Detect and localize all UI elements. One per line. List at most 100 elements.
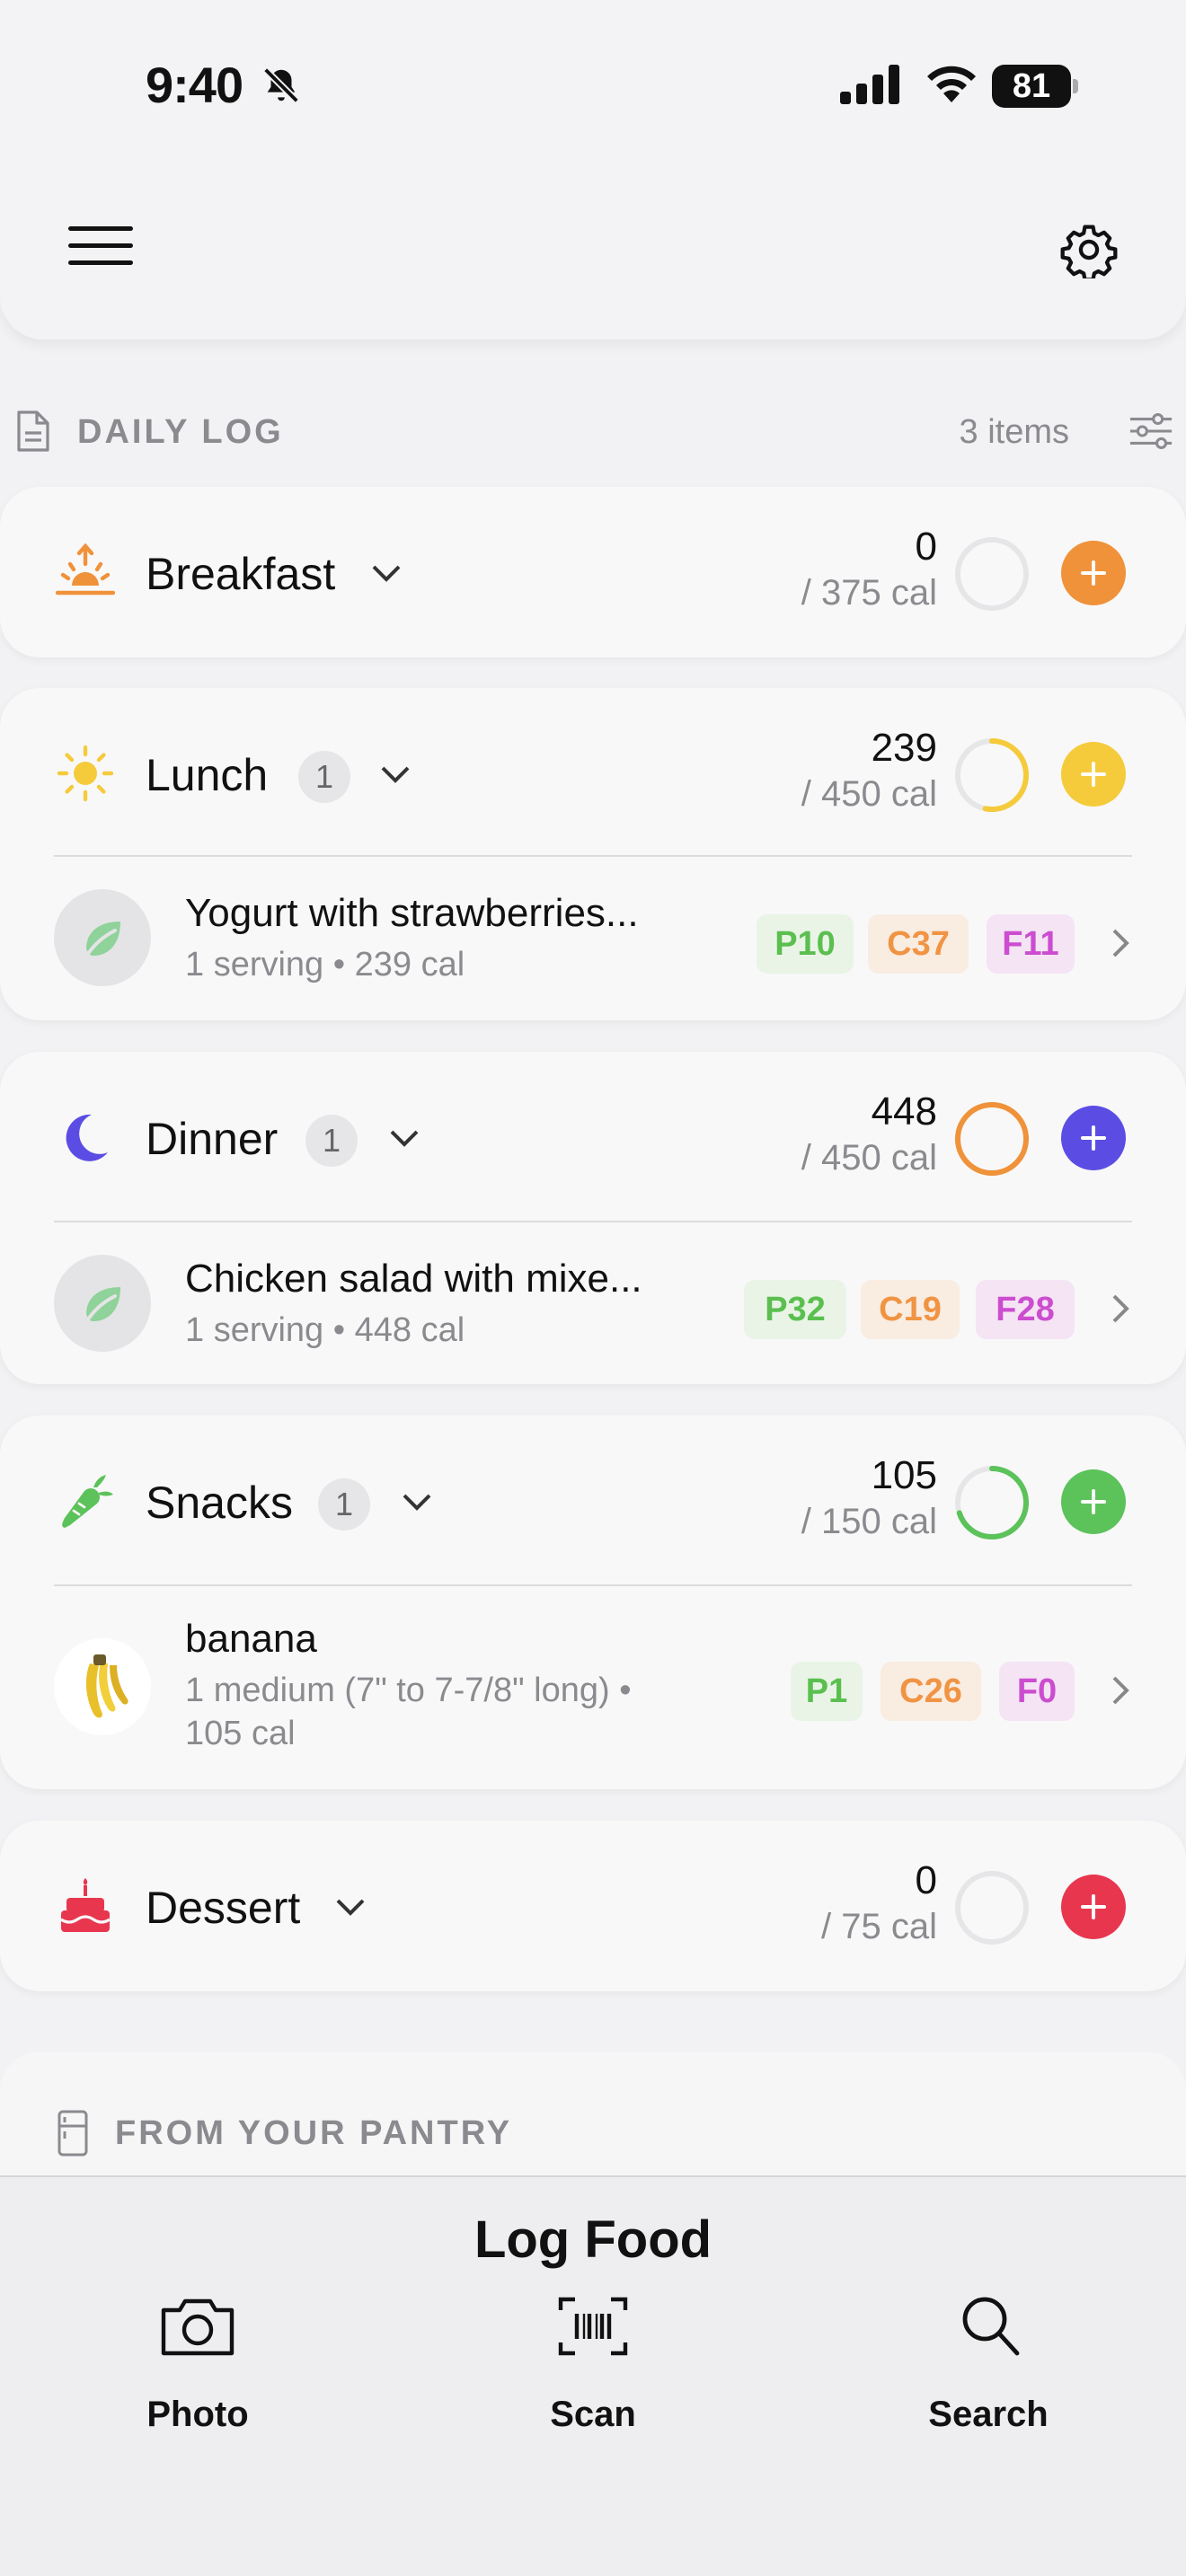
- protein-badge: P32: [744, 1280, 846, 1339]
- food-name: Chicken salad with mixe...: [185, 1257, 642, 1301]
- food-row-banana[interactable]: banana 1 medium (7" to 7-7/8" long) • 10…: [0, 1586, 1186, 1789]
- cake-icon: [60, 1878, 111, 1932]
- moon-icon: [66, 1114, 108, 1161]
- banana-image: [54, 1638, 151, 1735]
- leaf-icon: [86, 922, 120, 956]
- barcode-scan-icon: [558, 2297, 628, 2356]
- fat-badge: F11: [987, 914, 1075, 974]
- items-count: 3 items: [959, 413, 1069, 451]
- calories-consumed: 0: [915, 1858, 937, 1902]
- carrot-icon: [62, 1475, 113, 1528]
- chevron-down-icon[interactable]: [399, 1489, 435, 1516]
- calories-consumed: 0: [915, 525, 937, 569]
- scan-button[interactable]: Scan: [485, 2294, 701, 2447]
- menu-button[interactable]: [68, 225, 133, 268]
- food-detail-line: 105 cal: [185, 1715, 296, 1752]
- search-label: Search: [928, 2395, 1049, 2434]
- camera-icon: [161, 2298, 235, 2356]
- search-icon: [962, 2297, 1020, 2356]
- meal-name: Dessert: [146, 1883, 301, 1933]
- meal-header-dinner[interactable]: Dinner 1 448 / 450 cal: [0, 1052, 1186, 1222]
- calories-goal: / 375 cal: [801, 573, 937, 613]
- sun-icon: [57, 745, 114, 802]
- meal-header-lunch[interactable]: Lunch 1 239 / 450 cal: [0, 688, 1186, 859]
- log-food-title: Log Food: [474, 2210, 712, 2269]
- chevron-down-icon[interactable]: [386, 1125, 422, 1152]
- sunrise-icon: [56, 543, 115, 595]
- meal-card-lunch: Lunch 1 239 / 450 cal Yogurt with strawb…: [0, 688, 1186, 1020]
- meal-card-snacks: Snacks 1 105 / 150 cal banana 1 medium (…: [0, 1416, 1186, 1789]
- chevron-down-icon[interactable]: [332, 1894, 368, 1921]
- scan-label: Scan: [550, 2395, 636, 2434]
- calories-consumed: 448: [871, 1090, 937, 1134]
- calories-goal: / 150 cal: [801, 1502, 937, 1541]
- progress-ring: [955, 1102, 1029, 1176]
- food-thumbnail: [54, 889, 151, 986]
- progress-ring: [955, 1871, 1029, 1945]
- food-detail: 1 serving • 239 cal: [185, 946, 465, 984]
- fat-badge: F0: [999, 1662, 1075, 1721]
- carbs-badge: C26: [881, 1662, 981, 1721]
- meal-name: Lunch: [146, 750, 269, 800]
- calories-goal: / 450 cal: [801, 774, 937, 814]
- search-button[interactable]: Search: [881, 2294, 1096, 2447]
- silent-bell-icon: [263, 67, 299, 103]
- meal-name: Snacks: [146, 1478, 293, 1528]
- calories-goal: / 450 cal: [801, 1138, 937, 1178]
- progress-ring: [955, 738, 1029, 812]
- log-food-sheet: Log Food Photo Scan Search: [0, 2175, 1186, 2576]
- food-thumbnail: [54, 1255, 151, 1352]
- meal-card-dessert: Dessert 0 / 75 cal: [0, 1821, 1186, 1991]
- status-bar: 9:40 81: [0, 0, 1186, 171]
- add-breakfast-button[interactable]: [1061, 541, 1126, 605]
- filter-sliders-icon[interactable]: [1128, 410, 1173, 453]
- food-row-chicken-salad[interactable]: Chicken salad with mixe... 1 serving • 4…: [0, 1222, 1186, 1384]
- meal-header-snacks[interactable]: Snacks 1 105 / 150 cal: [0, 1416, 1186, 1586]
- add-lunch-button[interactable]: [1061, 742, 1126, 807]
- settings-gear-icon[interactable]: [1060, 221, 1118, 278]
- calories-consumed: 239: [871, 726, 937, 770]
- chevron-right-icon: [1112, 1294, 1129, 1323]
- calories-goal: / 75 cal: [821, 1907, 937, 1946]
- meal-name: Dinner: [146, 1114, 279, 1164]
- carbs-badge: C19: [861, 1280, 960, 1339]
- photo-label: Photo: [146, 2395, 249, 2434]
- meal-header-dessert[interactable]: Dessert 0 / 75 cal: [0, 1821, 1186, 1991]
- wifi-icon: [927, 66, 976, 102]
- item-count-badge: 1: [305, 1115, 358, 1167]
- food-name: Yogurt with strawberries...: [185, 891, 639, 935]
- leaf-icon: [86, 1287, 120, 1321]
- food-row-yogurt[interactable]: Yogurt with strawberries... 1 serving • …: [0, 857, 1186, 1019]
- meal-card-dinner: Dinner 1 448 / 450 cal Chicken salad wit…: [0, 1052, 1186, 1384]
- item-count-badge: 1: [318, 1478, 370, 1531]
- calories-consumed: 105: [871, 1453, 937, 1497]
- fat-badge: F28: [976, 1280, 1075, 1339]
- document-icon: [17, 410, 49, 452]
- meal-card-breakfast: Breakfast 0 / 375 cal: [0, 487, 1186, 657]
- protein-badge: P1: [791, 1662, 863, 1721]
- carbs-badge: C37: [868, 914, 969, 974]
- daily-log-header: DAILY LOG 3 items: [0, 402, 1186, 460]
- meal-header-breakfast[interactable]: Breakfast 0 / 375 cal: [0, 487, 1186, 657]
- add-dinner-button[interactable]: [1061, 1106, 1126, 1170]
- battery-level: 81: [1012, 67, 1051, 105]
- chevron-down-icon[interactable]: [377, 762, 413, 789]
- daily-log-title: DAILY LOG: [77, 413, 284, 451]
- item-count-badge: 1: [298, 751, 350, 803]
- food-detail: 1 medium (7" to 7-7/8" long) • 105 cal: [185, 1669, 632, 1755]
- progress-ring: [955, 1466, 1029, 1539]
- add-snacks-button[interactable]: [1061, 1469, 1126, 1534]
- protein-badge: P10: [757, 914, 854, 974]
- meal-name: Breakfast: [146, 549, 336, 599]
- food-detail: 1 serving • 448 cal: [185, 1311, 465, 1349]
- photo-button[interactable]: Photo: [90, 2294, 305, 2447]
- chevron-right-icon: [1112, 1676, 1129, 1705]
- fridge-icon: [58, 2110, 88, 2157]
- progress-ring: [955, 537, 1029, 611]
- cellular-signal-icon: [840, 65, 899, 104]
- add-dessert-button[interactable]: [1061, 1875, 1126, 1939]
- chevron-down-icon[interactable]: [368, 560, 404, 587]
- banana-icon: [85, 1654, 128, 1718]
- pantry-title: FROM YOUR PANTRY: [115, 2114, 513, 2152]
- food-detail-line: 1 medium (7" to 7-7/8" long) •: [185, 1672, 632, 1709]
